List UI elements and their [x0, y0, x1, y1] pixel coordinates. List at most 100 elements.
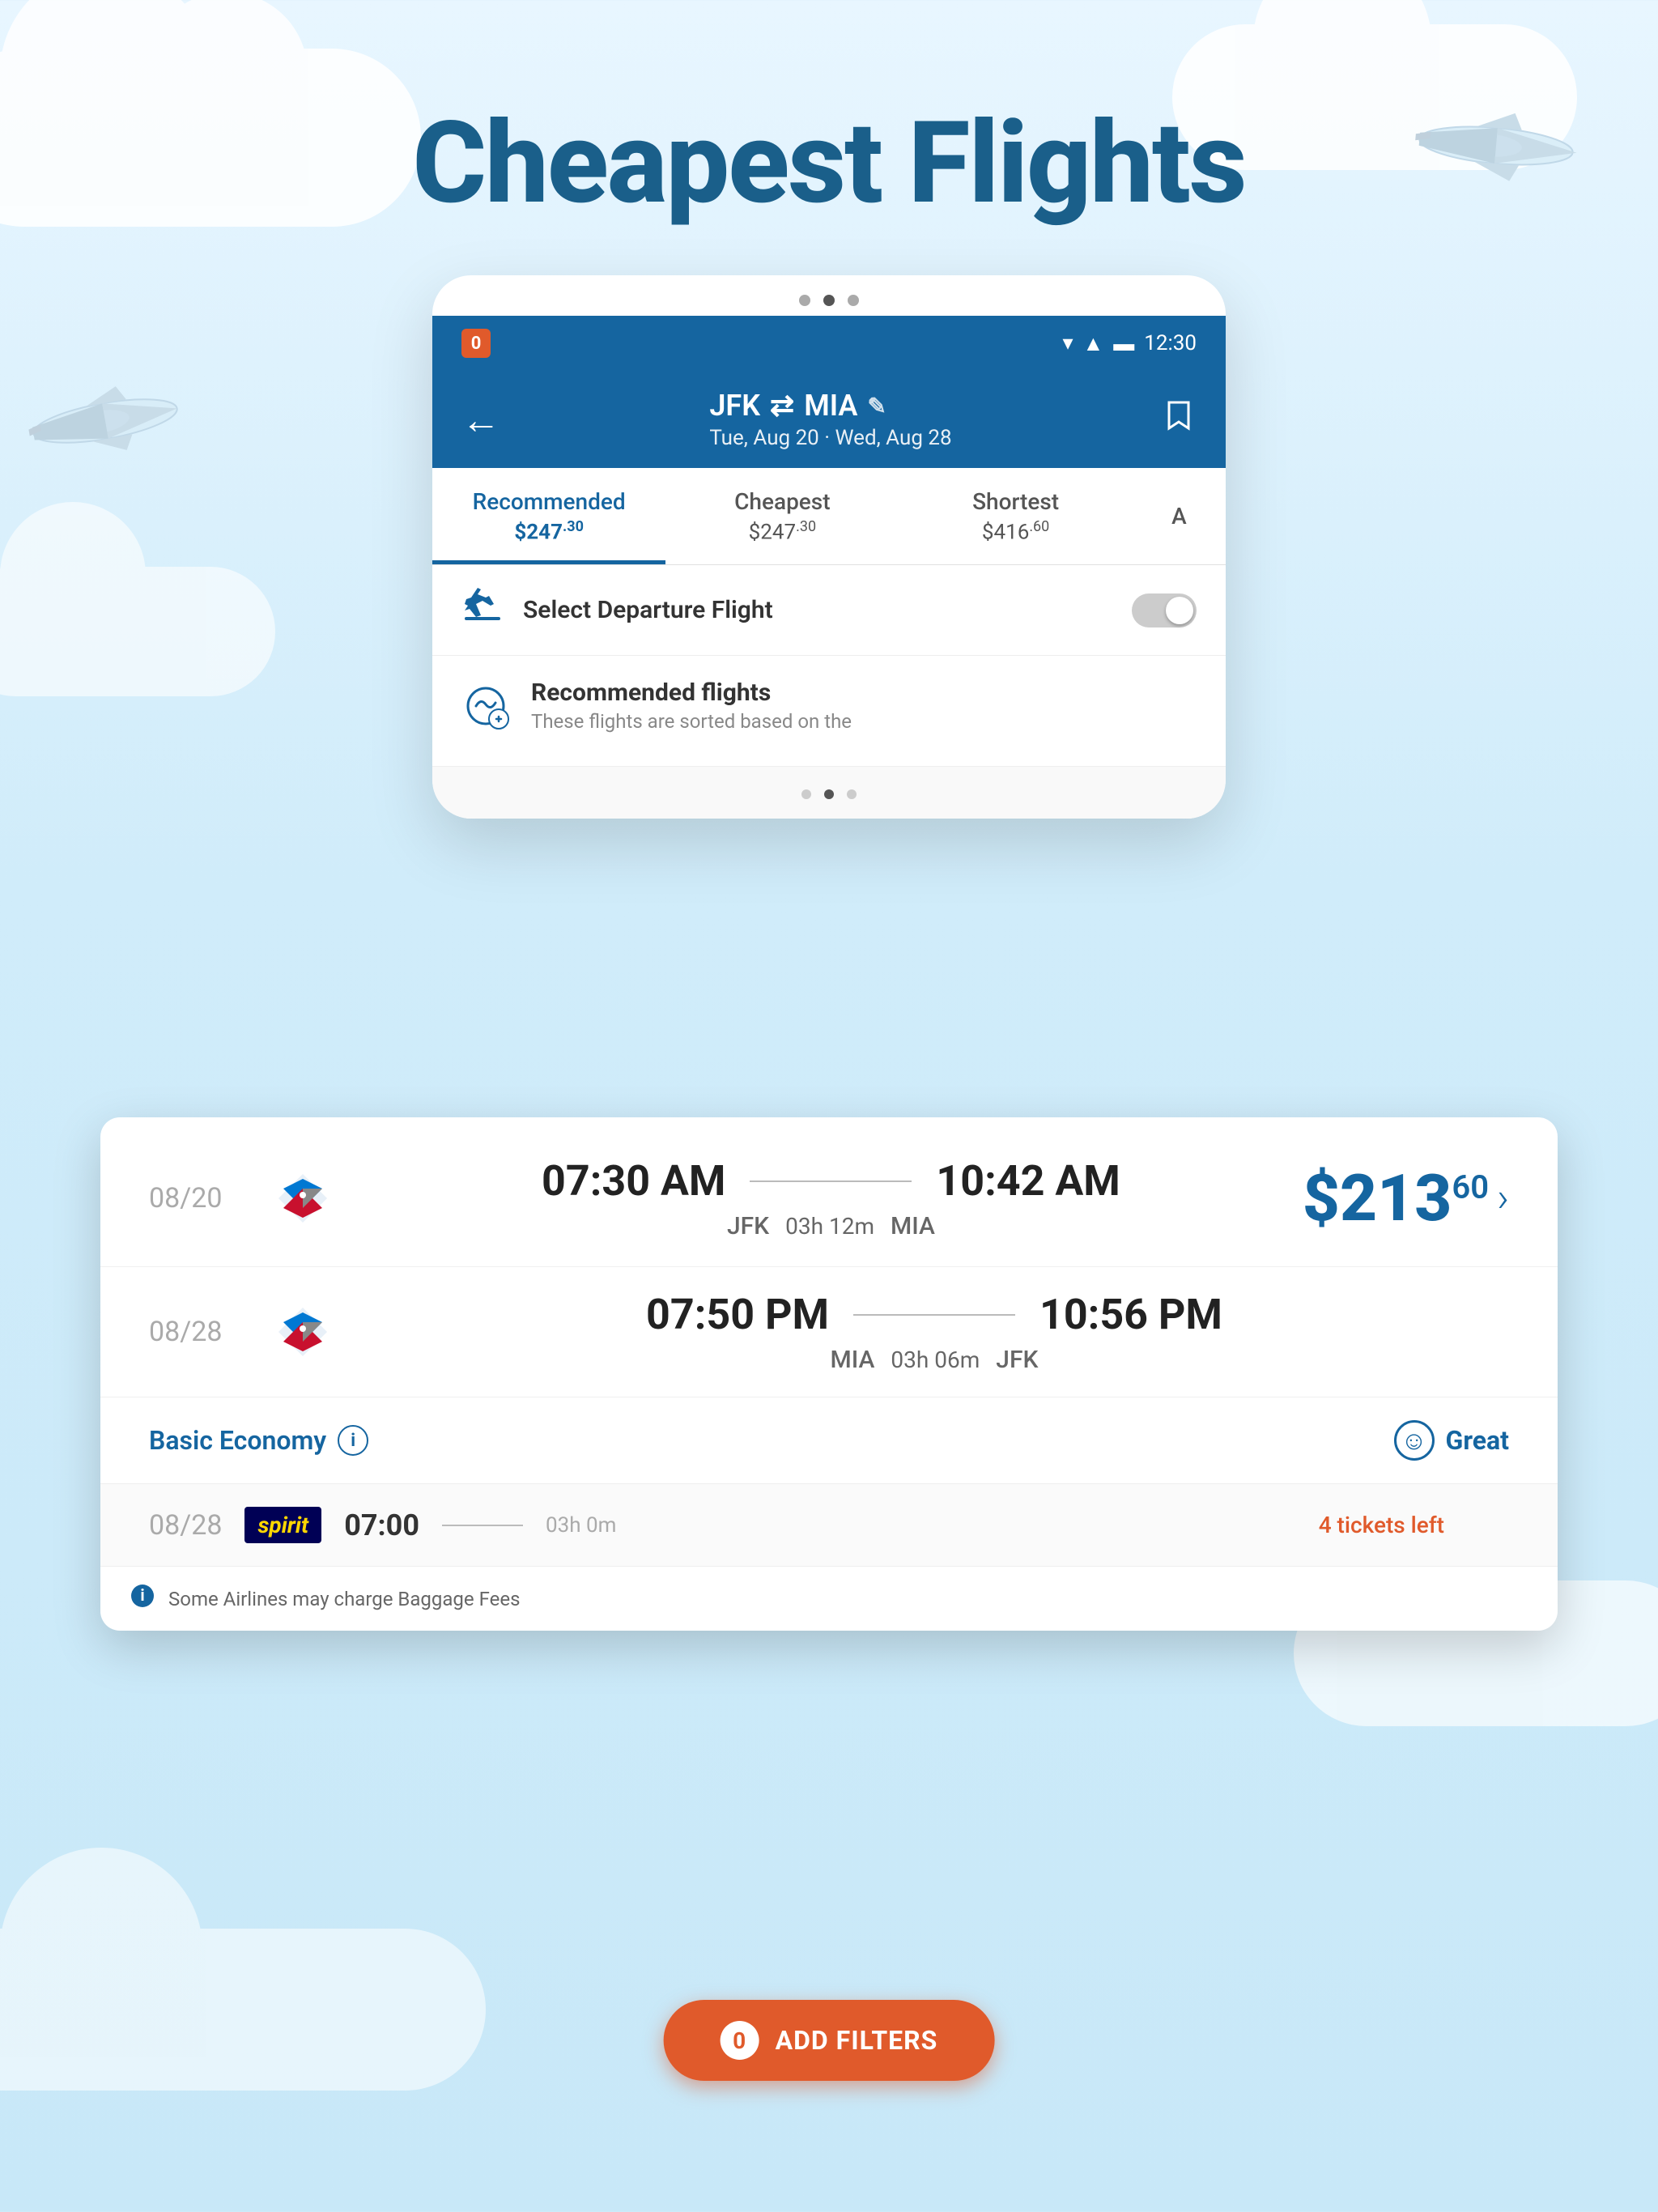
flight-2-date: 08/28 [149, 1316, 246, 1348]
flight-2-dest: JFK [996, 1346, 1038, 1374]
filter-badge-count: 0 [721, 2021, 759, 2060]
baggage-note: i Some Airlines may charge Baggage Fees [100, 1566, 1558, 1631]
spirit-line [442, 1525, 523, 1526]
departure-plane-icon [461, 588, 504, 632]
status-bar-right: ▾ ▲ ▬ 12:30 [1062, 331, 1197, 356]
info-circle-icon[interactable]: i [338, 1425, 368, 1456]
flight-1-arrive: 10:42 AM [936, 1156, 1120, 1206]
tab-recommended-label: Recommended [473, 488, 626, 515]
spirit-time: 07:00 [344, 1508, 419, 1542]
flight-1-date: 08/20 [149, 1182, 246, 1214]
toggle-knob [1166, 597, 1193, 624]
flight-1-times-row: 07:30 AM 10:42 AM [542, 1156, 1120, 1206]
flight-2-arrive: 10:56 PM [1039, 1290, 1222, 1339]
header-bar: ← JFK ⇄ MIA ✎ Tue, Aug 20 · Wed, Aug 28 [432, 371, 1226, 468]
tab-cheapest-price: $247.30 [749, 518, 816, 545]
spirit-date: 08/28 [149, 1509, 222, 1542]
flight-row-1[interactable]: 08/20 07:30 AM 10:42 AM JFK 03h 12m [100, 1117, 1558, 1267]
tab-other[interactable]: A [1133, 468, 1226, 564]
tabs-bar: Recommended $247.30 Cheapest $247.30 Sho… [432, 468, 1226, 565]
airplane-right-icon [1399, 97, 1593, 194]
airline-logo-1 [270, 1166, 335, 1231]
dot-3 [848, 295, 859, 306]
flight-2-times: 07:50 PM 10:56 PM MIA 03h 06m JFK [359, 1290, 1509, 1374]
spirit-duration: 03h 0m [546, 1513, 616, 1538]
cloud-3 [0, 567, 275, 696]
header-center: JFK ⇄ MIA ✎ Tue, Aug 20 · Wed, Aug 28 [709, 389, 951, 450]
great-label: Great [1446, 1425, 1509, 1456]
flight-2-depart: 07:50 PM [646, 1290, 829, 1339]
add-filters-button[interactable]: 0 ADD FILTERS [664, 2000, 995, 2081]
recommended-section: Recommended flights These flights are so… [432, 656, 1226, 767]
time-display: 12:30 [1144, 331, 1197, 355]
tab-cheapest[interactable]: Cheapest $247.30 [665, 468, 899, 564]
flight-1-airports: JFK 03h 12m MIA [727, 1212, 935, 1240]
flight-2-times-row: 07:50 PM 10:56 PM [646, 1290, 1222, 1339]
bottom-dot-1 [801, 789, 811, 799]
price-arrow: › [1497, 1175, 1509, 1222]
select-departure-text: Select Departure Flight [523, 596, 773, 624]
great-badge: ☺ Great [1394, 1420, 1509, 1461]
price-amount: $21360 [1303, 1160, 1489, 1236]
price-block: $21360 › [1303, 1160, 1509, 1236]
header-route: JFK ⇄ MIA ✎ [709, 389, 951, 423]
notification-badge: 0 [461, 329, 491, 358]
back-button[interactable]: ← [461, 397, 500, 443]
flight-1-origin: JFK [727, 1212, 769, 1240]
recommended-icon [461, 682, 512, 743]
airplane-left-icon [16, 372, 194, 470]
recommended-subtitle: These flights are sorted based on the [531, 710, 852, 733]
phone-content: Select Departure Flight Recommended flig… [432, 565, 1226, 819]
flight-2-origin: MIA [831, 1346, 875, 1374]
recommended-title: Recommended flights [531, 678, 852, 707]
tab-shortest-label: Shortest [972, 488, 1059, 515]
baggage-info-icon: i [130, 1583, 155, 1614]
select-departure-left: Select Departure Flight [461, 588, 773, 632]
flight-1-dest: MIA [891, 1212, 935, 1240]
wifi-icon: ▾ [1062, 331, 1073, 355]
flight-row-2[interactable]: 08/28 07:50 PM 10:56 PM MIA 03h 06m [100, 1267, 1558, 1397]
flight-1-duration: 03h 12m [785, 1213, 874, 1240]
status-bar-left: 0 [461, 329, 491, 358]
status-bar: 0 ▾ ▲ ▬ 12:30 [432, 316, 1226, 371]
phone-top-dots [432, 275, 1226, 316]
flight-card: 08/20 07:30 AM 10:42 AM JFK 03h 12m [100, 1117, 1558, 1631]
flight-1-times: 07:30 AM 10:42 AM JFK 03h 12m MIA [359, 1156, 1303, 1240]
flight-1-depart: 07:30 AM [542, 1156, 725, 1206]
spirit-logo: spirit [244, 1507, 321, 1543]
bottom-dot-2 [824, 789, 834, 799]
bottom-dots [432, 767, 1226, 819]
tab-shortest-price: $416.60 [982, 518, 1049, 545]
smiley-icon: ☺ [1394, 1420, 1435, 1461]
baggage-note-text: Some Airlines may charge Baggage Fees [168, 1588, 520, 1610]
bookmark-button[interactable] [1161, 398, 1197, 441]
route-from: JFK [709, 389, 760, 423]
basic-economy: Basic Economy i [149, 1425, 368, 1456]
phone-mockup: 0 ▾ ▲ ▬ 12:30 ← JFK ⇄ MIA ✎ Tue, Aug 20 … [432, 275, 1226, 819]
tab-recommended[interactable]: Recommended $247.30 [432, 468, 665, 564]
header-dates: Tue, Aug 20 · Wed, Aug 28 [709, 426, 951, 450]
basic-economy-label: Basic Economy [149, 1425, 326, 1456]
departure-toggle[interactable] [1132, 593, 1197, 627]
tab-other-label: A [1171, 503, 1187, 530]
flight-1-duration-line [750, 1180, 912, 1182]
tickets-left: 4 tickets left [1319, 1512, 1444, 1538]
signal-icon: ▲ [1083, 331, 1104, 356]
flight-2-duration: 03h 06m [891, 1346, 980, 1373]
flight-2-airports: MIA 03h 06m JFK [831, 1346, 1039, 1374]
tab-shortest[interactable]: Shortest $416.60 [899, 468, 1132, 564]
recommended-text-block: Recommended flights These flights are so… [531, 678, 852, 733]
tab-recommended-price: $247.30 [514, 518, 584, 545]
dot-1 [799, 295, 810, 306]
flight-2-duration-line [853, 1314, 1015, 1316]
edit-icon[interactable]: ✎ [867, 393, 886, 419]
dot-2 [823, 295, 835, 306]
battery-icon: ▬ [1113, 331, 1134, 356]
bottom-dot-3 [847, 789, 857, 799]
route-to: MIA [804, 389, 857, 423]
cloud-5 [0, 1929, 486, 2091]
airline-logo-2 [270, 1300, 335, 1364]
tab-cheapest-label: Cheapest [734, 488, 830, 515]
spirit-row[interactable]: 08/28 spirit 07:00 03h 0m 4 tickets left [100, 1483, 1558, 1566]
select-departure-section: Select Departure Flight [432, 565, 1226, 656]
